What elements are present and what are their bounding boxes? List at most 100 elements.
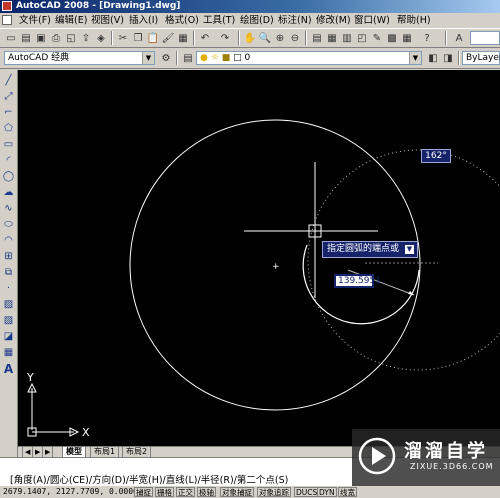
watermark-url: ZIXUE.3D66.COM: [410, 462, 494, 471]
new-icon[interactable]: ▭: [4, 31, 18, 45]
undo-icon[interactable]: ↶: [198, 31, 212, 45]
open-icon[interactable]: ▤: [19, 31, 33, 45]
lineweight-toggle[interactable]: 线宽: [338, 487, 357, 497]
angle-tooltip: 162°: [421, 149, 451, 163]
ellipse-icon[interactable]: ⬭: [2, 218, 15, 231]
lock-icon: ■: [221, 53, 231, 63]
dyn-toggle[interactable]: DYN: [317, 487, 337, 497]
ucs-x-label: X: [82, 426, 90, 439]
watermark-logo-icon: [358, 437, 396, 475]
watermark-name: 溜溜自学: [404, 441, 488, 462]
paste-icon[interactable]: 📋: [146, 31, 160, 45]
cut-icon[interactable]: ✂: [116, 31, 130, 45]
rectangle-icon[interactable]: ▭: [2, 138, 15, 151]
hatch-icon[interactable]: ▨: [2, 298, 15, 311]
preview-icon[interactable]: ◱: [64, 31, 78, 45]
menu-view[interactable]: 视图(V): [89, 13, 126, 28]
make-current-layer-icon[interactable]: ◧: [426, 51, 440, 65]
separator: [176, 51, 178, 65]
grid-toggle[interactable]: 栅格: [155, 487, 174, 497]
layer-select[interactable]: ● ☼ ■ □ 0 ▼: [196, 51, 422, 65]
menu-insert[interactable]: 插入(I): [127, 13, 160, 28]
zoom-window-icon[interactable]: ⊕: [273, 31, 287, 45]
3d-dwf-icon[interactable]: ◈: [94, 31, 108, 45]
spline-icon[interactable]: ∿: [2, 202, 15, 215]
text-style-combo[interactable]: [470, 31, 500, 45]
bulb-icon: ●: [200, 53, 208, 63]
dynamic-prompt-tooltip: 指定圆弧的端点或 ▼: [322, 241, 418, 258]
properties-icon[interactable]: ▤: [310, 31, 324, 45]
region-icon[interactable]: ◪: [2, 330, 15, 343]
menu-help[interactable]: 帮助(H): [395, 13, 433, 28]
help-icon[interactable]: ?: [420, 31, 434, 45]
document-icon[interactable]: [2, 15, 12, 25]
watermark: 溜溜自学 ZIXUE.3D66.COM: [352, 429, 500, 486]
markup-icon[interactable]: ✎: [370, 31, 384, 45]
insert-block-icon[interactable]: ⊞: [2, 250, 15, 263]
circle-icon[interactable]: ◯: [2, 170, 15, 183]
layer-manager-icon[interactable]: ▤: [181, 51, 195, 65]
block-editor-icon[interactable]: ▦: [176, 31, 190, 45]
text-style-icon[interactable]: A: [452, 31, 466, 45]
sheet-set-icon[interactable]: ◰: [355, 31, 369, 45]
zoom-realtime-icon[interactable]: 🔍: [258, 31, 272, 45]
workspace-select[interactable]: AutoCAD 经典 ▼: [4, 51, 155, 65]
line-icon[interactable]: ╱: [2, 74, 15, 87]
menu-window[interactable]: 窗口(W): [352, 13, 392, 28]
otrack-toggle[interactable]: 对象追踪: [257, 487, 291, 497]
arc-icon[interactable]: ◜: [2, 154, 15, 167]
standard-toolbar: ▭ ▤ ▣ ⎙ ◱ ⇪ ◈ ✂ ❐ 📋 🖌 ▦ ↶ ↷ ✋ 🔍 ⊕ ⊖ ▤ ▦ …: [0, 29, 500, 48]
calculator-icon[interactable]: ▦: [400, 31, 414, 45]
menu-draw[interactable]: 绘图(D): [238, 13, 276, 28]
polyline-icon[interactable]: ⌐: [2, 106, 15, 119]
gradient-icon[interactable]: ▧: [2, 314, 15, 327]
point-icon[interactable]: ·: [2, 282, 15, 295]
polygon-icon[interactable]: ⬠: [2, 122, 15, 135]
radius-input-field[interactable]: 139.5951: [334, 274, 381, 288]
osnap-toggle[interactable]: 对象捕捉: [220, 487, 254, 497]
workspace-settings-icon[interactable]: ⚙: [159, 51, 173, 65]
layer-previous-icon[interactable]: ◨: [441, 51, 455, 65]
ellipse-arc-icon[interactable]: ◠: [2, 234, 15, 247]
table-icon[interactable]: ▦: [2, 346, 15, 359]
menu-format[interactable]: 格式(O): [163, 13, 201, 28]
design-center-icon[interactable]: ▦: [325, 31, 339, 45]
construction-line-icon[interactable]: ⤢: [2, 90, 15, 103]
snap-toggle[interactable]: 捕捉: [134, 487, 153, 497]
separator: [111, 31, 113, 45]
make-block-icon[interactable]: ⧉: [2, 266, 15, 279]
linetype-value: ByLayer: [466, 53, 500, 63]
publish-icon[interactable]: ⇪: [79, 31, 93, 45]
tool-palettes-icon[interactable]: ▥: [340, 31, 354, 45]
command-prompt-text: [角度(A)/圆心(CE)/方向(D)/半宽(H)/直线(L)/半径(R)/第二…: [10, 475, 289, 486]
drawing-canvas[interactable]: + Y X: [18, 70, 500, 446]
pan-icon[interactable]: ✋: [243, 31, 257, 45]
linetype-select[interactable]: ByLayer: [462, 51, 500, 65]
separator: [458, 51, 460, 65]
separator: [445, 31, 447, 45]
multiline-text-icon[interactable]: A: [2, 362, 15, 376]
menu-dimension[interactable]: 标注(N): [276, 13, 314, 28]
zoom-previous-icon[interactable]: ⊖: [288, 31, 302, 45]
polar-toggle[interactable]: 极轴: [197, 487, 216, 497]
copy-icon[interactable]: ❐: [131, 31, 145, 45]
menu-edit[interactable]: 编辑(E): [53, 13, 89, 28]
options-down-arrow-icon[interactable]: ▼: [405, 245, 414, 254]
menu-tools[interactable]: 工具(T): [201, 13, 237, 28]
revision-cloud-icon[interactable]: ☁: [2, 186, 15, 199]
cursor-coordinates: 2679.1407, 2127.7709, 0.0000: [3, 487, 138, 496]
plot-icon[interactable]: ⎙: [49, 31, 63, 45]
redo-icon[interactable]: ↷: [218, 31, 232, 45]
match-properties-icon[interactable]: 🖌: [161, 31, 175, 45]
quickcalc-icon[interactable]: ▩: [385, 31, 399, 45]
ortho-toggle[interactable]: 正交: [176, 487, 195, 497]
save-icon[interactable]: ▣: [34, 31, 48, 45]
menu-file[interactable]: 文件(F): [17, 13, 53, 28]
separator: [238, 31, 240, 45]
workspace-value: AutoCAD 经典: [8, 53, 70, 63]
ducs-toggle[interactable]: DUCS: [294, 487, 320, 497]
separator: [193, 31, 195, 45]
separator: [305, 31, 307, 45]
menu-modify[interactable]: 修改(M): [314, 13, 353, 28]
circle-center-marker: +: [272, 262, 280, 272]
